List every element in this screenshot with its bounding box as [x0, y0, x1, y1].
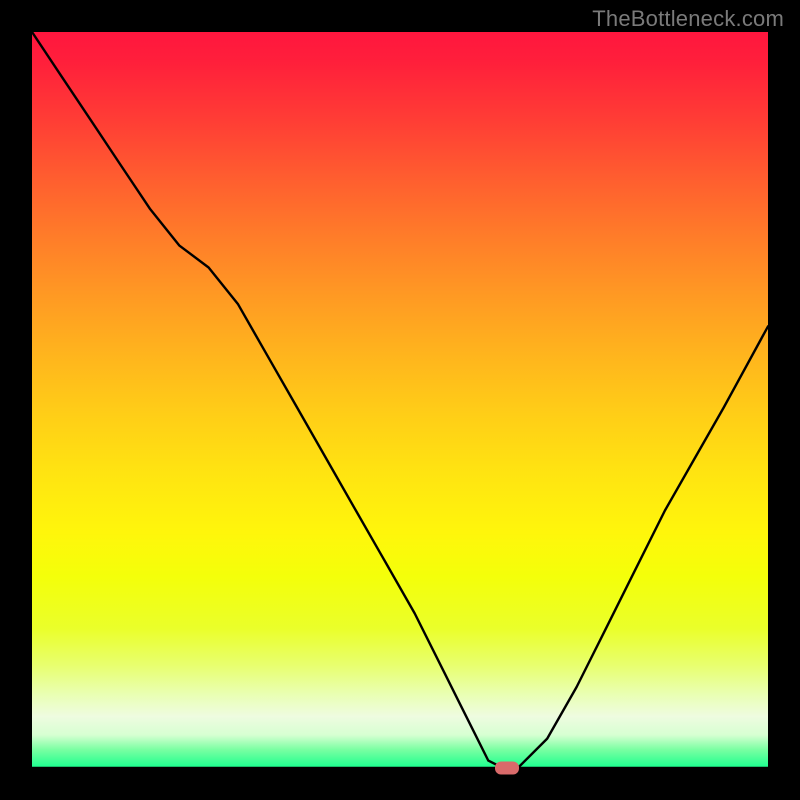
- plot-area: [32, 32, 768, 768]
- watermark-text: TheBottleneck.com: [592, 6, 784, 32]
- curve-line: [32, 32, 768, 768]
- optimum-marker: [495, 762, 519, 775]
- bottleneck-curve: [32, 32, 768, 768]
- chart-frame: TheBottleneck.com: [0, 0, 800, 800]
